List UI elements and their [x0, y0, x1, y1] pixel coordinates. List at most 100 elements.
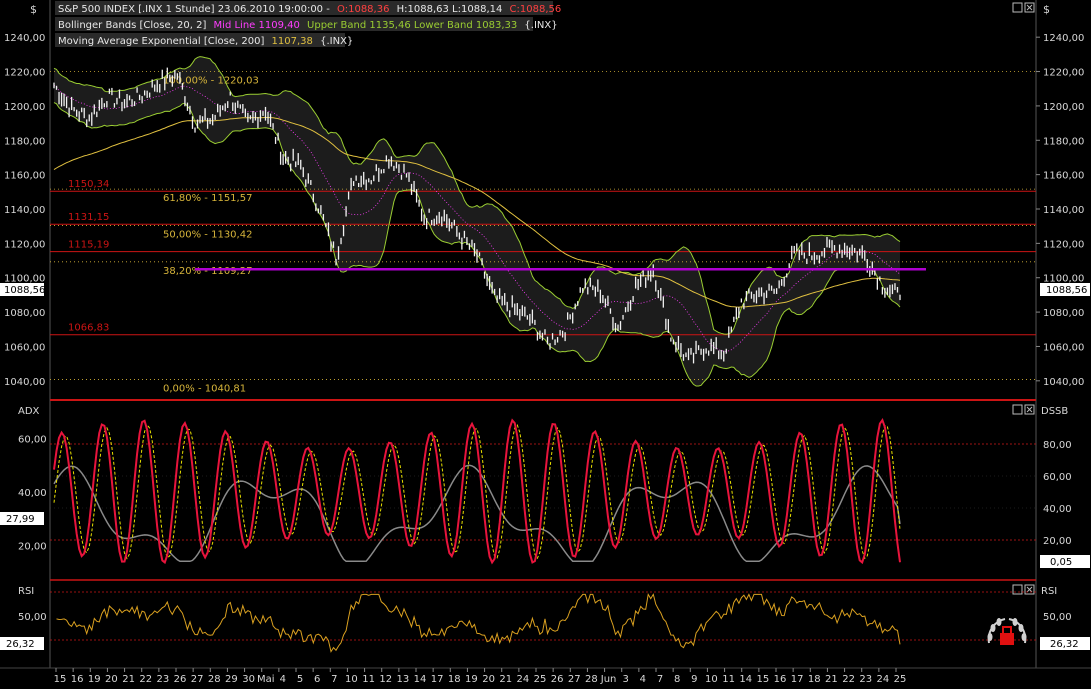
- price-tick-right: 1060,00: [1043, 342, 1084, 353]
- date-label: 11: [722, 674, 735, 685]
- ohlc-high-low: H:1088,63 L:1088,14: [397, 4, 503, 15]
- date-label: 27: [568, 674, 581, 685]
- level-label: 1131,15: [68, 212, 109, 223]
- date-label: 15: [54, 674, 67, 685]
- ohlc-close: C:1088,56: [510, 4, 562, 15]
- fib-label: 38,20% - 1109,27: [163, 266, 252, 277]
- date-label: 7: [331, 674, 337, 685]
- date-label: 25: [894, 674, 907, 685]
- ohlc-open: O:1088,36: [337, 4, 389, 15]
- adx-tick: 40,00: [18, 488, 47, 499]
- dss-current-value: 0,05: [1050, 557, 1072, 568]
- date-label: 29: [225, 674, 238, 685]
- rsi-current-left: 26,32: [6, 639, 35, 650]
- date-label: 24: [876, 674, 889, 685]
- price-tick-left: 1220,00: [4, 68, 45, 79]
- date-label: 23: [859, 674, 872, 685]
- stock-chart: $ $ S&P 500 INDEX [.INX 1 Stunde] 23.06.…: [0, 0, 1091, 689]
- price-tick-left: 1120,00: [4, 239, 45, 250]
- ema-value: 1107,38: [272, 36, 313, 47]
- date-label: 25: [534, 674, 547, 685]
- date-label: 18: [448, 674, 461, 685]
- rsi-tick-left: 50,00: [18, 612, 47, 623]
- date-label: 14: [739, 674, 752, 685]
- rsi-label: RSI: [18, 586, 34, 597]
- current-price-left: 1088,56: [4, 285, 45, 296]
- dss-tick: 80,00: [1043, 440, 1072, 451]
- price-tick-right: 1080,00: [1043, 308, 1084, 319]
- price-tick-right: 1200,00: [1043, 102, 1084, 113]
- fib-label: 61,80% - 1151,57: [163, 193, 252, 204]
- date-label: 24: [516, 674, 529, 685]
- fib-label: 50,00% - 1130,42: [163, 229, 252, 240]
- currency-symbol: $: [30, 3, 37, 16]
- price-tick-left: 1040,00: [4, 377, 45, 388]
- date-label: 10: [705, 674, 718, 685]
- ema-symbol: {.INX}: [320, 36, 353, 47]
- price-tick-left: 1240,00: [4, 33, 45, 44]
- date-label: 17: [431, 674, 444, 685]
- date-label: 27: [191, 674, 204, 685]
- adx-current-tag: 27,99: [0, 512, 44, 525]
- price-tick-right: 1040,00: [1043, 377, 1084, 388]
- level-label: 1150,34: [68, 179, 109, 190]
- date-label: 20: [482, 674, 495, 685]
- date-label: 15: [756, 674, 769, 685]
- date-label: 22: [842, 674, 855, 685]
- price-tick-right: 1140,00: [1043, 205, 1084, 216]
- dss-current-tag: 0,05: [1040, 555, 1090, 568]
- rsi-label-right: RSI: [1041, 586, 1057, 597]
- date-label: 10: [345, 674, 358, 685]
- date-label: 26: [551, 674, 564, 685]
- level-label: 1066,83: [68, 323, 109, 334]
- rsi-current-tag-left: 26,32: [0, 637, 44, 650]
- rsi-tick-right: 50,00: [1043, 612, 1072, 623]
- date-label: 26: [174, 674, 187, 685]
- date-label: 14: [414, 674, 427, 685]
- bollinger-band-values: Upper Band 1135,46 Lower Band 1083,33: [307, 20, 517, 31]
- dssb-label: DSSB: [1041, 406, 1068, 417]
- adx-tick: 60,00: [18, 435, 47, 446]
- date-label: 9: [691, 674, 697, 685]
- date-label: 8: [674, 674, 680, 685]
- date-label: 19: [465, 674, 478, 685]
- date-label: 13: [396, 674, 409, 685]
- date-label: 19: [88, 674, 101, 685]
- rsi-current-tag-right: 26,32: [1040, 637, 1090, 650]
- svg-text:Moving Average Exponential [Cl: Moving Average Exponential [Close, 200] …: [58, 36, 353, 47]
- price-tick-right: 1180,00: [1043, 136, 1084, 147]
- price-tick-left: 1160,00: [4, 171, 45, 182]
- svg-text:S&P 500 INDEX [.INX 1 Stunde]: S&P 500 INDEX [.INX 1 Stunde] 23.06.2010…: [58, 4, 561, 15]
- bollinger-symbol: {.INX}: [524, 20, 557, 31]
- price-tick-right: 1240,00: [1043, 33, 1084, 44]
- date-label: 4: [280, 674, 286, 685]
- chart-title: S&P 500 INDEX [.INX 1 Stunde] 23.06.2010…: [58, 4, 330, 15]
- date-label: 4: [640, 674, 646, 685]
- price-tick-left: 1180,00: [4, 136, 45, 147]
- dss-tick: 60,00: [1043, 472, 1072, 483]
- price-tick-right: 1120,00: [1043, 239, 1084, 250]
- date-label: 21: [122, 674, 135, 685]
- adx-tick: 20,00: [18, 541, 47, 552]
- rsi-current-right: 26,32: [1050, 639, 1079, 650]
- ema-title: Moving Average Exponential [Close, 200]: [58, 36, 264, 47]
- date-label: 3: [623, 674, 629, 685]
- bollinger-title: Bollinger Bands [Close, 20, 2]: [58, 20, 206, 31]
- date-label: 12: [379, 674, 392, 685]
- date-label: 28: [208, 674, 221, 685]
- level-label: 1115,19: [68, 240, 109, 251]
- date-label: 20: [105, 674, 118, 685]
- date-label: 18: [808, 674, 821, 685]
- fib-label: 0,00% - 1040,81: [163, 383, 246, 394]
- current-price-right: 1088,56: [1046, 285, 1087, 296]
- date-label: 16: [774, 674, 787, 685]
- price-tick-right: 1220,00: [1043, 68, 1084, 79]
- date-label: 21: [499, 674, 512, 685]
- adx-current-value: 27,99: [6, 514, 35, 525]
- date-label: 6: [314, 674, 320, 685]
- date-label: 22: [139, 674, 152, 685]
- current-price-tag-left: 1088,56: [0, 283, 45, 296]
- price-tick-left: 1200,00: [4, 102, 45, 113]
- currency-symbol-right: $: [1043, 3, 1050, 16]
- date-label: 28: [585, 674, 598, 685]
